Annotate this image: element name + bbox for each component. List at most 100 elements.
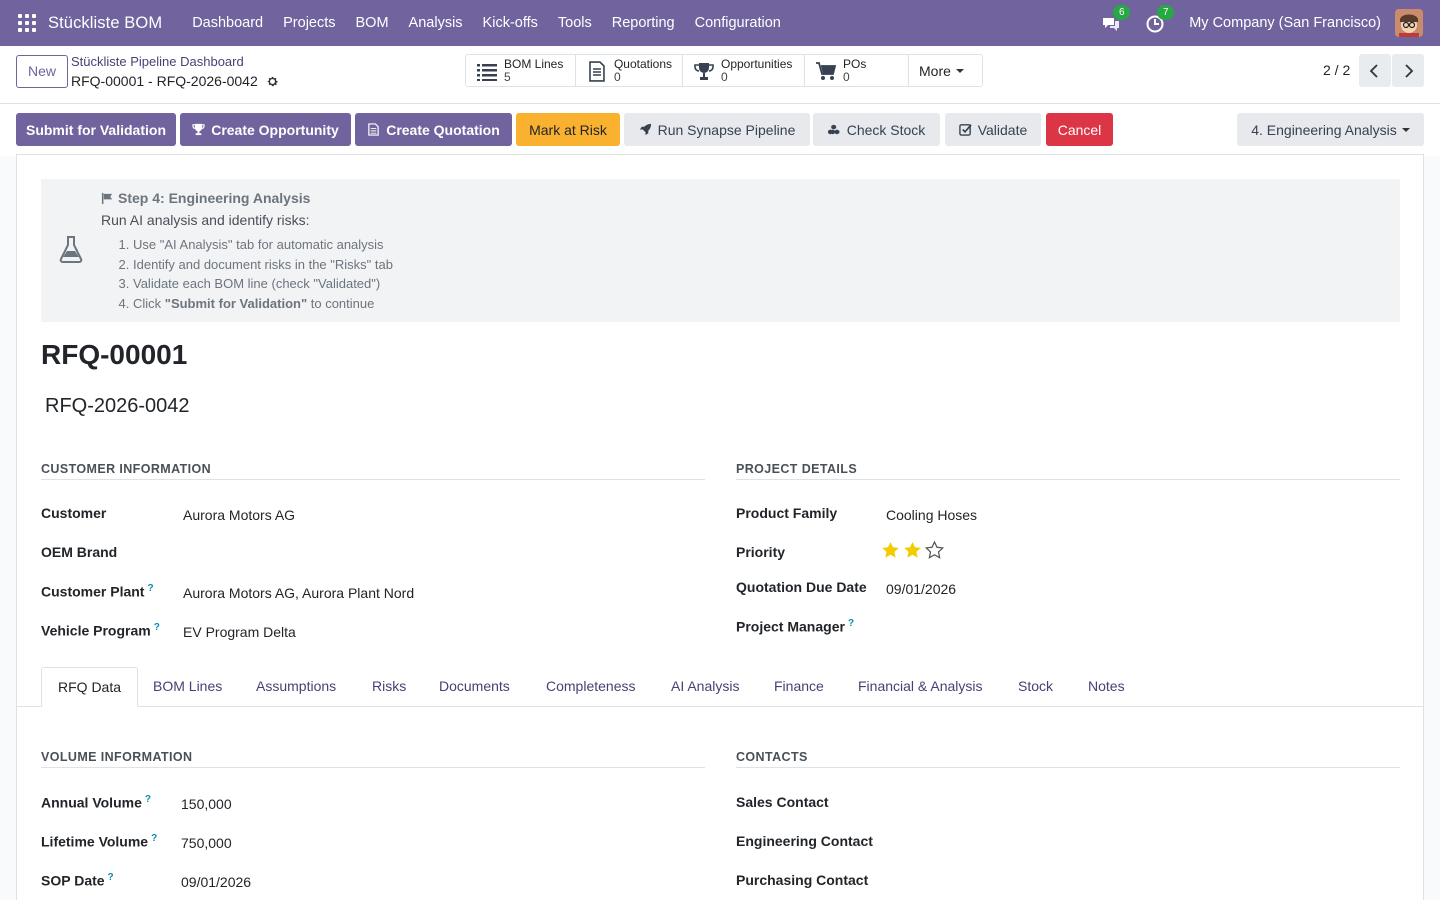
smart-button-bom-lines[interactable]: BOM Lines 5: [466, 55, 576, 86]
breadcrumb-current-label: RFQ-00001 - RFQ-2026-0042: [71, 73, 258, 89]
menu-dashboard[interactable]: Dashboard: [182, 15, 273, 31]
check-stock-button[interactable]: Check Stock: [813, 113, 940, 146]
sop-date-field[interactable]: 09/01/2026: [181, 874, 251, 890]
tab-documents[interactable]: Documents: [439, 667, 510, 707]
smart-label: Quotations: [613, 56, 672, 71]
trophy-icon: [192, 123, 205, 136]
form-statusbar: Submit for Validation Create Opportunity…: [0, 104, 1440, 156]
alert-title: Step 4: Engineering Analysis: [101, 190, 310, 206]
menu-configuration[interactable]: Configuration: [685, 15, 791, 31]
smart-value: 0: [613, 69, 621, 84]
tab-finance[interactable]: Finance: [774, 667, 824, 707]
tab-financial-analysis[interactable]: Financial & Analysis: [858, 667, 983, 707]
document-icon: [368, 123, 379, 136]
alert-step: Click "Submit for Validation" to continu…: [133, 294, 393, 314]
star-empty-icon[interactable]: [925, 541, 944, 560]
vehicle-program-field[interactable]: EV Program Delta: [183, 624, 296, 640]
record-name[interactable]: RFQ-00001: [41, 339, 187, 371]
lifetime-volume-label: Lifetime Volume?: [41, 833, 157, 850]
alert-description: Run AI analysis and identify risks:: [101, 212, 310, 228]
navbar-systray: 6 7 My Company (San Francisco): [1101, 0, 1440, 46]
lifetime-volume-label-text: Lifetime Volume: [41, 833, 149, 850]
cancel-button[interactable]: Cancel: [1046, 113, 1113, 146]
menu-kickoffs[interactable]: Kick-offs: [473, 15, 548, 31]
help-tooltip-icon[interactable]: ?: [151, 833, 157, 844]
validate-button[interactable]: Validate: [945, 113, 1041, 146]
smart-more-dropdown[interactable]: More: [909, 55, 982, 86]
tab-notes[interactable]: Notes: [1088, 667, 1125, 707]
run-pipeline-label: Run Synapse Pipeline: [657, 121, 796, 138]
quotation-due-date-field[interactable]: 09/01/2026: [886, 581, 956, 597]
product-family-label: Product Family: [736, 505, 838, 521]
user-avatar[interactable]: [1395, 9, 1423, 37]
alert-steps: Use "AI Analysis" tab for automatic anal…: [117, 235, 393, 313]
smart-label: BOM Lines: [504, 56, 564, 71]
record-reference[interactable]: RFQ-2026-0042: [45, 395, 190, 418]
alert-step: Identify and document risks in the "Risk…: [133, 255, 393, 275]
priority-label: Priority: [736, 544, 786, 560]
create-opportunity-button[interactable]: Create Opportunity: [180, 113, 351, 146]
apps-menu-icon[interactable]: [18, 14, 36, 32]
pager-value[interactable]: 2 / 2: [1323, 62, 1350, 78]
menu-bom[interactable]: BOM: [346, 15, 399, 31]
company-switcher[interactable]: My Company (San Francisco): [1189, 15, 1381, 31]
help-tooltip-icon[interactable]: ?: [108, 872, 114, 883]
create-quotation-button[interactable]: Create Quotation: [355, 113, 512, 146]
customer-field[interactable]: Aurora Motors AG: [183, 507, 295, 523]
tab-bom-lines[interactable]: BOM Lines: [153, 667, 222, 707]
help-tooltip-icon[interactable]: ?: [147, 583, 153, 594]
app-brand[interactable]: Stückliste BOM: [48, 14, 162, 33]
product-family-field[interactable]: Cooling Hoses: [886, 507, 977, 523]
help-tooltip-icon[interactable]: ?: [848, 618, 854, 629]
new-button[interactable]: New: [16, 55, 68, 88]
notebook-tabs: RFQ Data BOM Lines Assumptions Risks Doc…: [17, 667, 1423, 707]
help-tooltip-icon[interactable]: ?: [145, 794, 151, 805]
mark-at-risk-button[interactable]: Mark at Risk: [516, 113, 620, 146]
submit-for-validation-button[interactable]: Submit for Validation: [16, 113, 176, 146]
stage-dropdown[interactable]: 4. Engineering Analysis: [1237, 113, 1424, 146]
menu-analysis[interactable]: Analysis: [399, 15, 473, 31]
oem-brand-field[interactable]: [183, 544, 683, 564]
run-synapse-pipeline-button[interactable]: Run Synapse Pipeline: [624, 113, 810, 146]
menu-reporting[interactable]: Reporting: [602, 15, 685, 31]
control-panel: New Stückliste Pipeline Dashboard RFQ-00…: [0, 46, 1440, 104]
customer-plant-field[interactable]: Aurora Motors AG, Aurora Plant Nord: [183, 585, 414, 601]
main-menu: Dashboard Projects BOM Analysis Kick-off…: [182, 15, 791, 31]
cubes-icon: [827, 124, 840, 135]
smart-button-opportunities[interactable]: Opportunities 0: [683, 55, 805, 86]
project-manager-field[interactable]: [886, 618, 1386, 638]
tab-rfq-data[interactable]: RFQ Data: [41, 667, 139, 707]
smart-button-quotations[interactable]: Quotations 0: [576, 55, 683, 86]
messages-button[interactable]: 6: [1101, 5, 1131, 35]
quotation-due-date-label: Quotation Due Date: [736, 579, 867, 595]
menu-tools[interactable]: Tools: [548, 15, 602, 31]
smart-buttons: BOM Lines 5 Quotations 0 Opportunities 0 PO…: [465, 54, 983, 87]
smart-button-pos[interactable]: POs 0: [805, 55, 909, 86]
annual-volume-field[interactable]: 150,000: [181, 796, 232, 812]
help-tooltip-icon[interactable]: ?: [154, 622, 160, 633]
alert-step: Validate each BOM line (check "Validated…: [133, 274, 393, 294]
pager-next-button[interactable]: [1392, 54, 1424, 87]
chevron-left-icon: [1369, 63, 1378, 78]
customer-plant-label-text: Customer Plant: [41, 583, 145, 600]
lifetime-volume-field[interactable]: 750,000: [181, 835, 232, 851]
breadcrumb-parent[interactable]: Stückliste Pipeline Dashboard: [71, 54, 244, 70]
flask-icon: [59, 236, 83, 263]
tab-ai-analysis[interactable]: AI Analysis: [671, 667, 739, 707]
alert-step-suffix: to continue: [307, 295, 375, 311]
tab-stock[interactable]: Stock: [1018, 667, 1053, 707]
tab-risks[interactable]: Risks: [372, 667, 406, 707]
star-filled-icon[interactable]: [881, 541, 900, 560]
oem-brand-label: OEM Brand: [41, 544, 118, 560]
tab-assumptions[interactable]: Assumptions: [256, 667, 336, 707]
pager-previous-button[interactable]: [1359, 54, 1391, 87]
smart-value: 0: [843, 69, 850, 84]
document-icon: [589, 60, 605, 82]
create-opportunity-label: Create Opportunity: [211, 121, 339, 138]
gear-icon[interactable]: [266, 75, 279, 88]
tab-completeness[interactable]: Completeness: [546, 667, 636, 707]
star-filled-icon[interactable]: [903, 541, 922, 560]
menu-projects[interactable]: Projects: [273, 15, 345, 31]
trophy-icon: [694, 62, 714, 80]
activities-button[interactable]: 7: [1145, 5, 1175, 35]
